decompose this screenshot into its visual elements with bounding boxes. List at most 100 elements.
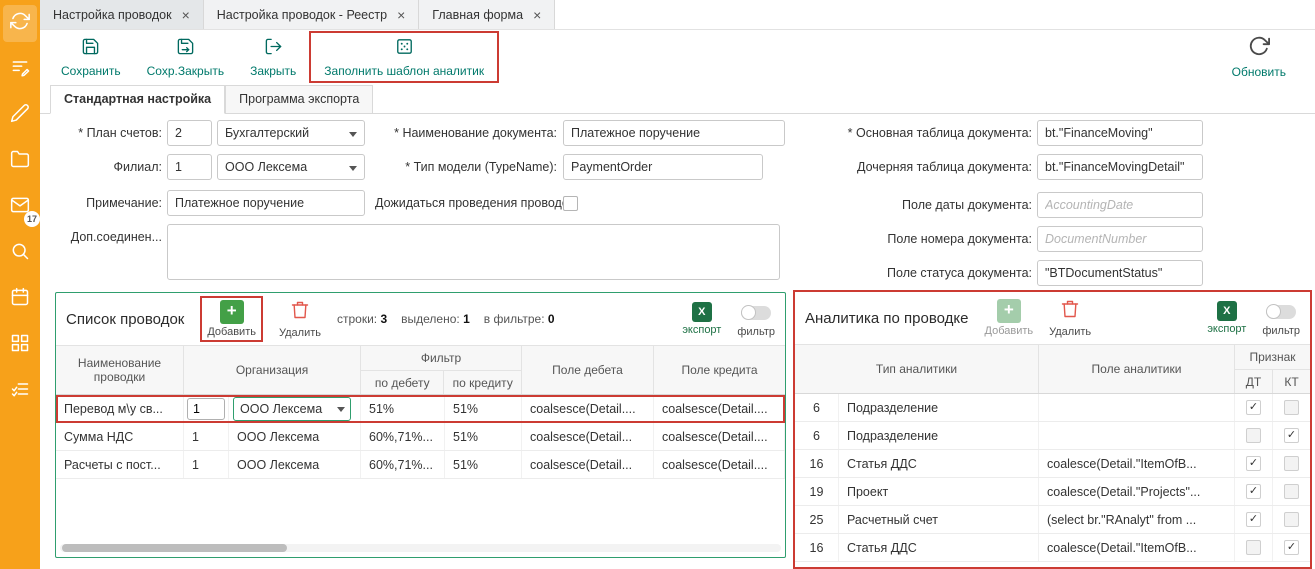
kt-checkbox[interactable] [1284, 512, 1299, 527]
cell-field[interactable] [1039, 422, 1235, 449]
column-header-analytics-type[interactable]: Тип аналитики [795, 345, 1039, 393]
org-select-editor[interactable]: ООО Лексема [233, 397, 351, 421]
postings-filter-toggle[interactable]: фильтр [737, 301, 775, 338]
fill-template-button[interactable]: Заполнить шаблон аналитик [311, 33, 497, 81]
cell-debit-field[interactable]: coalsesce(Detail... [522, 423, 654, 450]
analytics-filter-toggle[interactable]: фильтр [1262, 300, 1300, 337]
table-row[interactable]: 25 Расчетный счет (select br."RAnalyt" f… [795, 506, 1310, 534]
dt-checkbox[interactable]: ✓ [1246, 456, 1261, 471]
cell-org[interactable]: ООО Лексема [229, 423, 361, 450]
scrollbar-thumb[interactable] [62, 544, 287, 552]
cell-field[interactable]: (select br."RAnalyt" from ... [1039, 506, 1235, 533]
cell-field[interactable]: coalesce(Detail."ItemOfB... [1039, 534, 1235, 561]
table-row[interactable]: 6 Подразделение ✓ [795, 422, 1310, 450]
sidebar-item-journal[interactable] [3, 51, 37, 88]
tab-postings-setup-registry[interactable]: Настройка проводок - Реестр × [204, 0, 420, 29]
sidebar-item-edit[interactable] [3, 97, 37, 134]
dt-checkbox[interactable]: ✓ [1246, 484, 1261, 499]
subtab-export-program[interactable]: Программа экспорта [225, 85, 373, 114]
tab-postings-setup[interactable]: Настройка проводок × [40, 0, 204, 29]
column-header-flag-group[interactable]: Признак [1235, 345, 1310, 370]
main-table-input[interactable] [1037, 120, 1203, 146]
table-row[interactable]: 19 Проект coalesce(Detail."Projects"... … [795, 478, 1310, 506]
cell-credit-field[interactable]: coalsesce(Detail.... [654, 423, 785, 450]
doc-name-input[interactable] [563, 120, 785, 146]
cell-type[interactable]: Подразделение [839, 422, 1039, 449]
dt-checkbox[interactable]: ✓ [1246, 400, 1261, 415]
sidebar-item-sync[interactable] [3, 5, 37, 42]
table-row[interactable]: 16 Статья ДДС coalesce(Detail."ItemOfB..… [795, 450, 1310, 478]
cell-name[interactable]: Расчеты с пост... [56, 451, 184, 478]
type-name-input[interactable] [563, 154, 763, 180]
column-header-filter-group[interactable]: Фильтр [361, 346, 521, 371]
cell-by-credit[interactable]: 51% [445, 451, 522, 478]
cell-org[interactable]: ООО Лексема [229, 395, 361, 422]
sidebar-item-folder[interactable] [3, 143, 37, 180]
cell-credit-field[interactable]: coalsesce(Detail.... [654, 451, 785, 478]
cell-name[interactable]: Сумма НДС [56, 423, 184, 450]
cell-field[interactable] [1039, 394, 1235, 421]
cell-by-debit[interactable]: 51% [361, 395, 445, 422]
cell-type[interactable]: Проект [839, 478, 1039, 505]
branch-code-input[interactable] [167, 154, 212, 180]
close-button[interactable]: Закрыть [237, 30, 309, 84]
dt-checkbox[interactable] [1246, 428, 1261, 443]
date-field-input[interactable] [1037, 192, 1203, 218]
plan-code-input[interactable] [167, 120, 212, 146]
column-header-dt[interactable]: ДТ [1235, 370, 1273, 393]
extra-join-textarea[interactable] [167, 224, 780, 280]
sidebar-item-modules[interactable] [3, 327, 37, 364]
cell-by-credit[interactable]: 51% [445, 395, 522, 422]
cell-name[interactable]: Перевод м\у св... [56, 395, 184, 422]
refresh-button[interactable]: Обновить [1219, 30, 1299, 84]
column-header-by-debit[interactable]: по дебету [361, 371, 444, 394]
cell-field[interactable]: coalesce(Detail."Projects"... [1039, 478, 1235, 505]
cell-org-code[interactable] [184, 395, 229, 422]
note-input[interactable] [167, 190, 365, 216]
save-button[interactable]: Сохранить [48, 30, 134, 84]
analytics-delete-button[interactable]: Удалить [1049, 299, 1091, 338]
cell-type-code[interactable]: 25 [795, 506, 839, 533]
analytics-export-button[interactable]: X экспорт [1207, 301, 1246, 335]
branch-select[interactable]: ООО Лексема [217, 154, 365, 180]
org-code-editor[interactable] [187, 398, 225, 420]
cell-type-code[interactable]: 6 [795, 394, 839, 421]
cell-by-debit[interactable]: 60%,71%... [361, 423, 445, 450]
close-icon[interactable]: × [533, 8, 541, 22]
cell-debit-field[interactable]: coalsesce(Detail... [522, 451, 654, 478]
close-icon[interactable]: × [397, 8, 405, 22]
postings-export-button[interactable]: X экспорт [682, 302, 721, 336]
column-header-by-credit[interactable]: по кредиту [444, 371, 521, 394]
cell-type[interactable]: Статья ДДС [839, 534, 1039, 561]
table-row[interactable]: Расчеты с пост... 1 ООО Лексема 60%,71%.… [56, 451, 785, 479]
cell-type-code[interactable]: 19 [795, 478, 839, 505]
sidebar-item-mail[interactable]: 17 [3, 189, 37, 226]
kt-checkbox[interactable]: ✓ [1284, 540, 1299, 555]
postings-delete-button[interactable]: Удалить [279, 300, 321, 339]
table-row[interactable]: 6 Подразделение ✓ [795, 394, 1310, 422]
column-header-org[interactable]: Организация [184, 346, 361, 394]
wait-posting-checkbox[interactable] [563, 196, 578, 211]
table-row[interactable]: 16 Статья ДДС coalesce(Detail."ItemOfB..… [795, 534, 1310, 562]
sidebar-item-calendar[interactable] [3, 281, 37, 318]
cell-by-debit[interactable]: 60%,71%... [361, 451, 445, 478]
column-header-credit-field[interactable]: Поле кредита [654, 346, 785, 394]
table-row[interactable]: Сумма НДС 1 ООО Лексема 60%,71%... 51% c… [56, 423, 785, 451]
close-icon[interactable]: × [182, 8, 190, 22]
dt-checkbox[interactable] [1246, 540, 1261, 555]
cell-debit-field[interactable]: coalsesce(Detail.... [522, 395, 654, 422]
subtab-standard-settings[interactable]: Стандартная настройка [50, 85, 225, 114]
cell-type[interactable]: Подразделение [839, 394, 1039, 421]
analytics-add-button[interactable]: + Добавить [985, 299, 1034, 337]
column-header-debit-field[interactable]: Поле дебета [522, 346, 654, 394]
save-close-button[interactable]: Сохр.Закрыть [134, 30, 237, 84]
column-header-name[interactable]: Наименование проводки [56, 346, 184, 394]
kt-checkbox[interactable]: ✓ [1284, 428, 1299, 443]
cell-type-code[interactable]: 16 [795, 534, 839, 561]
cell-org[interactable]: ООО Лексема [229, 451, 361, 478]
cell-credit-field[interactable]: coalsesce(Detail.... [654, 395, 785, 422]
number-field-input[interactable] [1037, 226, 1203, 252]
cell-org-code[interactable]: 1 [184, 423, 229, 450]
table-row-selected[interactable]: Перевод м\у св... ООО Лексема 51% 51% co… [56, 395, 785, 423]
cell-type-code[interactable]: 6 [795, 422, 839, 449]
